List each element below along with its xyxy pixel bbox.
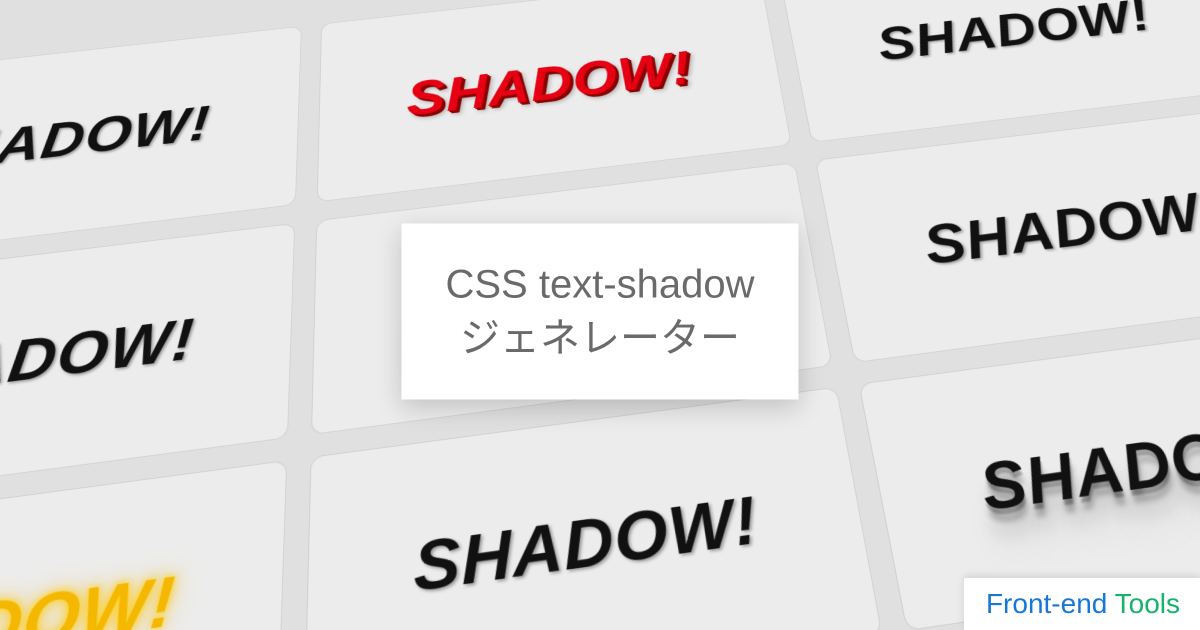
shadow-sample-card: SHADOW!: [0, 460, 287, 630]
brand-label: Front-end Tools: [964, 578, 1200, 630]
title-line-2: ジェネレーター: [445, 311, 754, 365]
title-card: CSS text-shadow ジェネレーター: [401, 223, 798, 399]
shadow-sample-text: SHADOW!: [413, 481, 763, 608]
shadow-sample-text: SHADOW!: [973, 407, 1200, 526]
shadow-sample-text: SHADOW!: [0, 305, 197, 415]
brand-part-2: Tools: [1115, 588, 1180, 619]
shadow-sample-text: SHADOW!: [0, 560, 178, 630]
shadow-sample-text: SHADOW!: [406, 40, 695, 126]
brand-part-1: Front-end: [986, 588, 1115, 619]
title-line-1: CSS text-shadow: [445, 257, 754, 311]
shadow-sample-text: SHADOW!: [918, 179, 1200, 277]
shadow-sample-text: SHADOW!: [0, 95, 212, 186]
shadow-sample-card: SHADOW!: [815, 105, 1200, 363]
shadow-sample-text: SHADOW!: [872, 0, 1158, 71]
